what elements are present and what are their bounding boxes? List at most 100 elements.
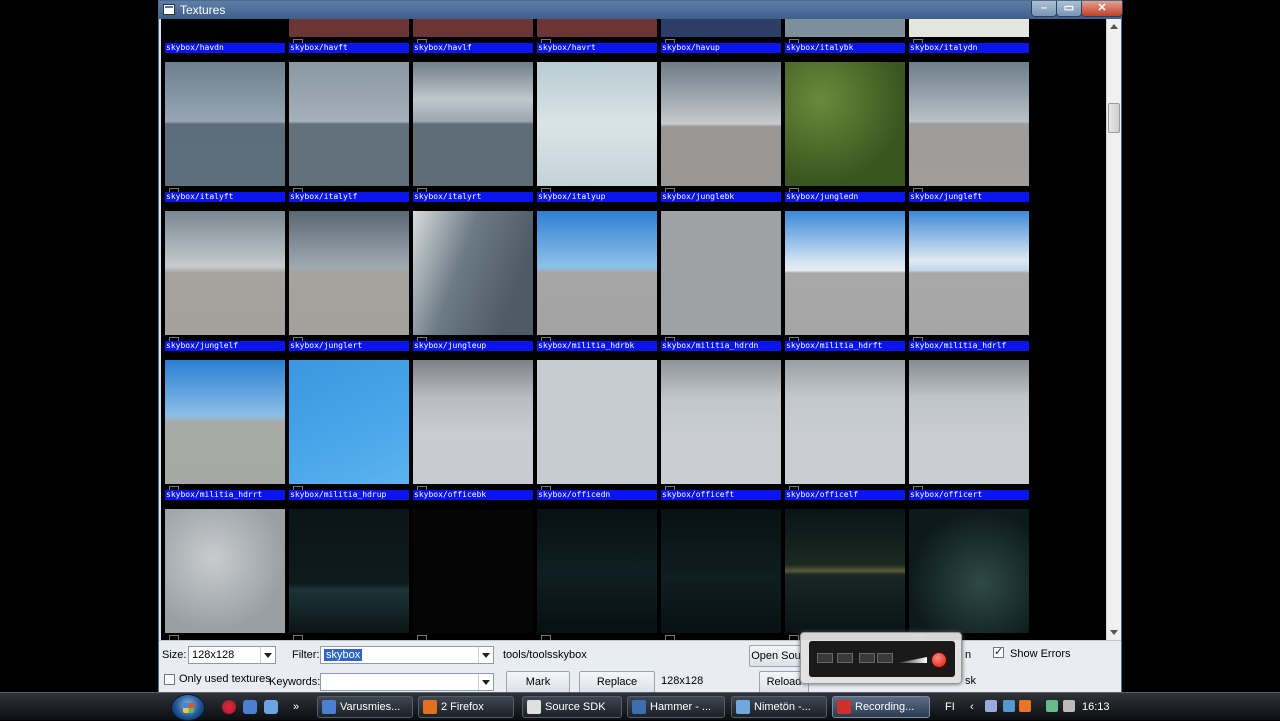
texture-grid[interactable]: skybox/havdn skybox/havft skybox/havlf skyb… [161, 19, 1106, 640]
texture-name-label: skybox/junglelf [165, 341, 285, 351]
texture-thumbnail[interactable] [661, 509, 781, 633]
quick-launch-explorer-icon[interactable] [243, 700, 257, 714]
only-used-textures-label: Only used textures [179, 673, 271, 685]
texture-thumbnail[interactable] [909, 211, 1029, 335]
mark-button[interactable]: Mark [506, 671, 570, 693]
taskbar-button-label: 2 Firefox [441, 701, 484, 713]
quick-launch-overflow-icon[interactable]: » [293, 693, 299, 721]
only-used-textures-checkbox[interactable] [164, 674, 175, 685]
maximize-button[interactable]: ▭ [1056, 1, 1082, 17]
quick-launch-browser-icon[interactable] [222, 700, 236, 714]
chevron-down-icon[interactable] [478, 674, 493, 690]
texture-name-label: skybox/militia_hdrrt [165, 490, 285, 500]
webcam-icon[interactable] [859, 653, 875, 663]
scroll-thumb[interactable] [1108, 103, 1120, 133]
quick-launch-desktop-icon[interactable] [264, 700, 278, 714]
record-source-icon[interactable] [817, 653, 833, 663]
chevron-down-icon[interactable] [478, 647, 493, 663]
texture-thumbnail[interactable] [413, 509, 533, 633]
texture-name-label: skybox/italydn [909, 43, 1029, 53]
volume-slider[interactable] [897, 657, 927, 663]
texture-thumbnail[interactable] [909, 62, 1029, 186]
texture-thumbnail[interactable] [785, 211, 905, 335]
record-button-icon[interactable] [931, 652, 947, 668]
texture-thumbnail[interactable] [909, 360, 1029, 484]
texture-thumbnail[interactable] [661, 360, 781, 484]
texture-thumbnail[interactable] [289, 19, 409, 37]
vertical-scrollbar[interactable] [1106, 19, 1121, 640]
texture-thumbnail[interactable] [165, 211, 285, 335]
texture-thumbnail[interactable] [289, 360, 409, 484]
clock[interactable]: 16:13 [1082, 693, 1110, 721]
texture-thumbnail[interactable] [537, 19, 657, 37]
scroll-down-arrow-icon[interactable] [1110, 630, 1118, 635]
texture-thumbnail[interactable] [289, 62, 409, 186]
texture-thumbnail[interactable] [413, 360, 533, 484]
language-indicator[interactable]: FI [945, 693, 955, 721]
texture-thumbnail[interactable] [785, 509, 905, 633]
texture-thumbnail[interactable] [785, 360, 905, 484]
volume-tray-icon[interactable] [1063, 700, 1075, 712]
texture-thumbnail[interactable] [909, 19, 1029, 37]
hidden-label-fragment: n [965, 649, 972, 661]
audio-icon[interactable] [877, 653, 893, 663]
texture-name-label: skybox/officebk [413, 490, 533, 500]
taskbar-button[interactable]: Source SDK [522, 696, 622, 718]
recording-popup[interactable] [800, 632, 962, 684]
scroll-up-arrow-icon[interactable] [1110, 24, 1118, 29]
taskbar: » Varusmies... 2 Firefox Source SDK Hammer … [0, 692, 1280, 721]
texture-thumbnail[interactable] [413, 211, 533, 335]
filter-label: Filter: [292, 649, 320, 661]
texture-thumbnail[interactable] [661, 211, 781, 335]
texture-thumbnail[interactable] [661, 19, 781, 37]
record-area-icon[interactable] [837, 653, 853, 663]
filter-value: skybox [324, 649, 363, 661]
texture-thumbnail[interactable] [537, 62, 657, 186]
texture-name-label: skybox/militia_hdrdn [661, 341, 781, 351]
minimize-button[interactable]: – [1031, 1, 1057, 17]
taskbar-button[interactable]: Hammer - ... [627, 696, 725, 718]
taskbar-app-icon [423, 700, 437, 714]
taskbar-button[interactable]: Recording... [832, 696, 930, 718]
texture-thumbnail[interactable] [165, 62, 285, 186]
taskbar-app-icon [322, 700, 336, 714]
texture-name-label: skybox/havlf [413, 43, 533, 53]
texture-thumbnail[interactable] [289, 211, 409, 335]
replace-button[interactable]: Replace [579, 671, 655, 693]
texture-thumbnail[interactable] [165, 360, 285, 484]
texture-thumbnail[interactable] [165, 509, 285, 633]
tray-expand-icon[interactable]: ‹ [970, 693, 974, 721]
texture-thumbnail[interactable] [909, 509, 1029, 633]
texture-thumbnail[interactable] [785, 62, 905, 186]
size-select[interactable]: 128x128 [188, 646, 276, 664]
open-source-button[interactable]: Open Sou [749, 645, 803, 667]
taskbar-button[interactable]: Nimetön -... [731, 696, 827, 718]
taskbar-button[interactable]: Varusmies... [317, 696, 413, 718]
texture-path: tools/toolsskybox [503, 649, 587, 661]
safety-tray-icon[interactable] [1046, 700, 1058, 712]
texture-name-label: skybox/officeft [661, 490, 781, 500]
chevron-down-icon[interactable] [260, 647, 275, 663]
texture-name-label: skybox/italylf [289, 192, 409, 202]
texture-thumbnail[interactable] [661, 62, 781, 186]
texture-thumbnail[interactable] [537, 509, 657, 633]
network-tray-icon[interactable] [1003, 700, 1015, 712]
texture-thumbnail[interactable] [413, 19, 533, 37]
taskbar-button[interactable]: 2 Firefox [418, 696, 514, 718]
texture-thumbnail[interactable] [537, 360, 657, 484]
texture-thumbnail[interactable] [413, 62, 533, 186]
close-button[interactable]: ✕ [1081, 1, 1123, 17]
title-bar[interactable]: Textures – ▭ ✕ [159, 1, 1123, 19]
texture-name-label: skybox/militia_hdrup [289, 490, 409, 500]
texture-thumbnail[interactable] [785, 19, 905, 37]
texture-thumbnail[interactable] [537, 211, 657, 335]
keywords-combo[interactable] [320, 673, 494, 691]
filter-combo[interactable]: skybox [320, 646, 494, 664]
texture-name-label: skybox/havft [289, 43, 409, 53]
steam-tray-icon[interactable] [985, 700, 997, 712]
start-button[interactable] [171, 694, 205, 721]
show-errors-checkbox[interactable] [993, 645, 1004, 658]
app-tray-icon[interactable] [1019, 700, 1031, 712]
taskbar-button-label: Nimetön -... [754, 701, 811, 713]
texture-thumbnail[interactable] [289, 509, 409, 633]
